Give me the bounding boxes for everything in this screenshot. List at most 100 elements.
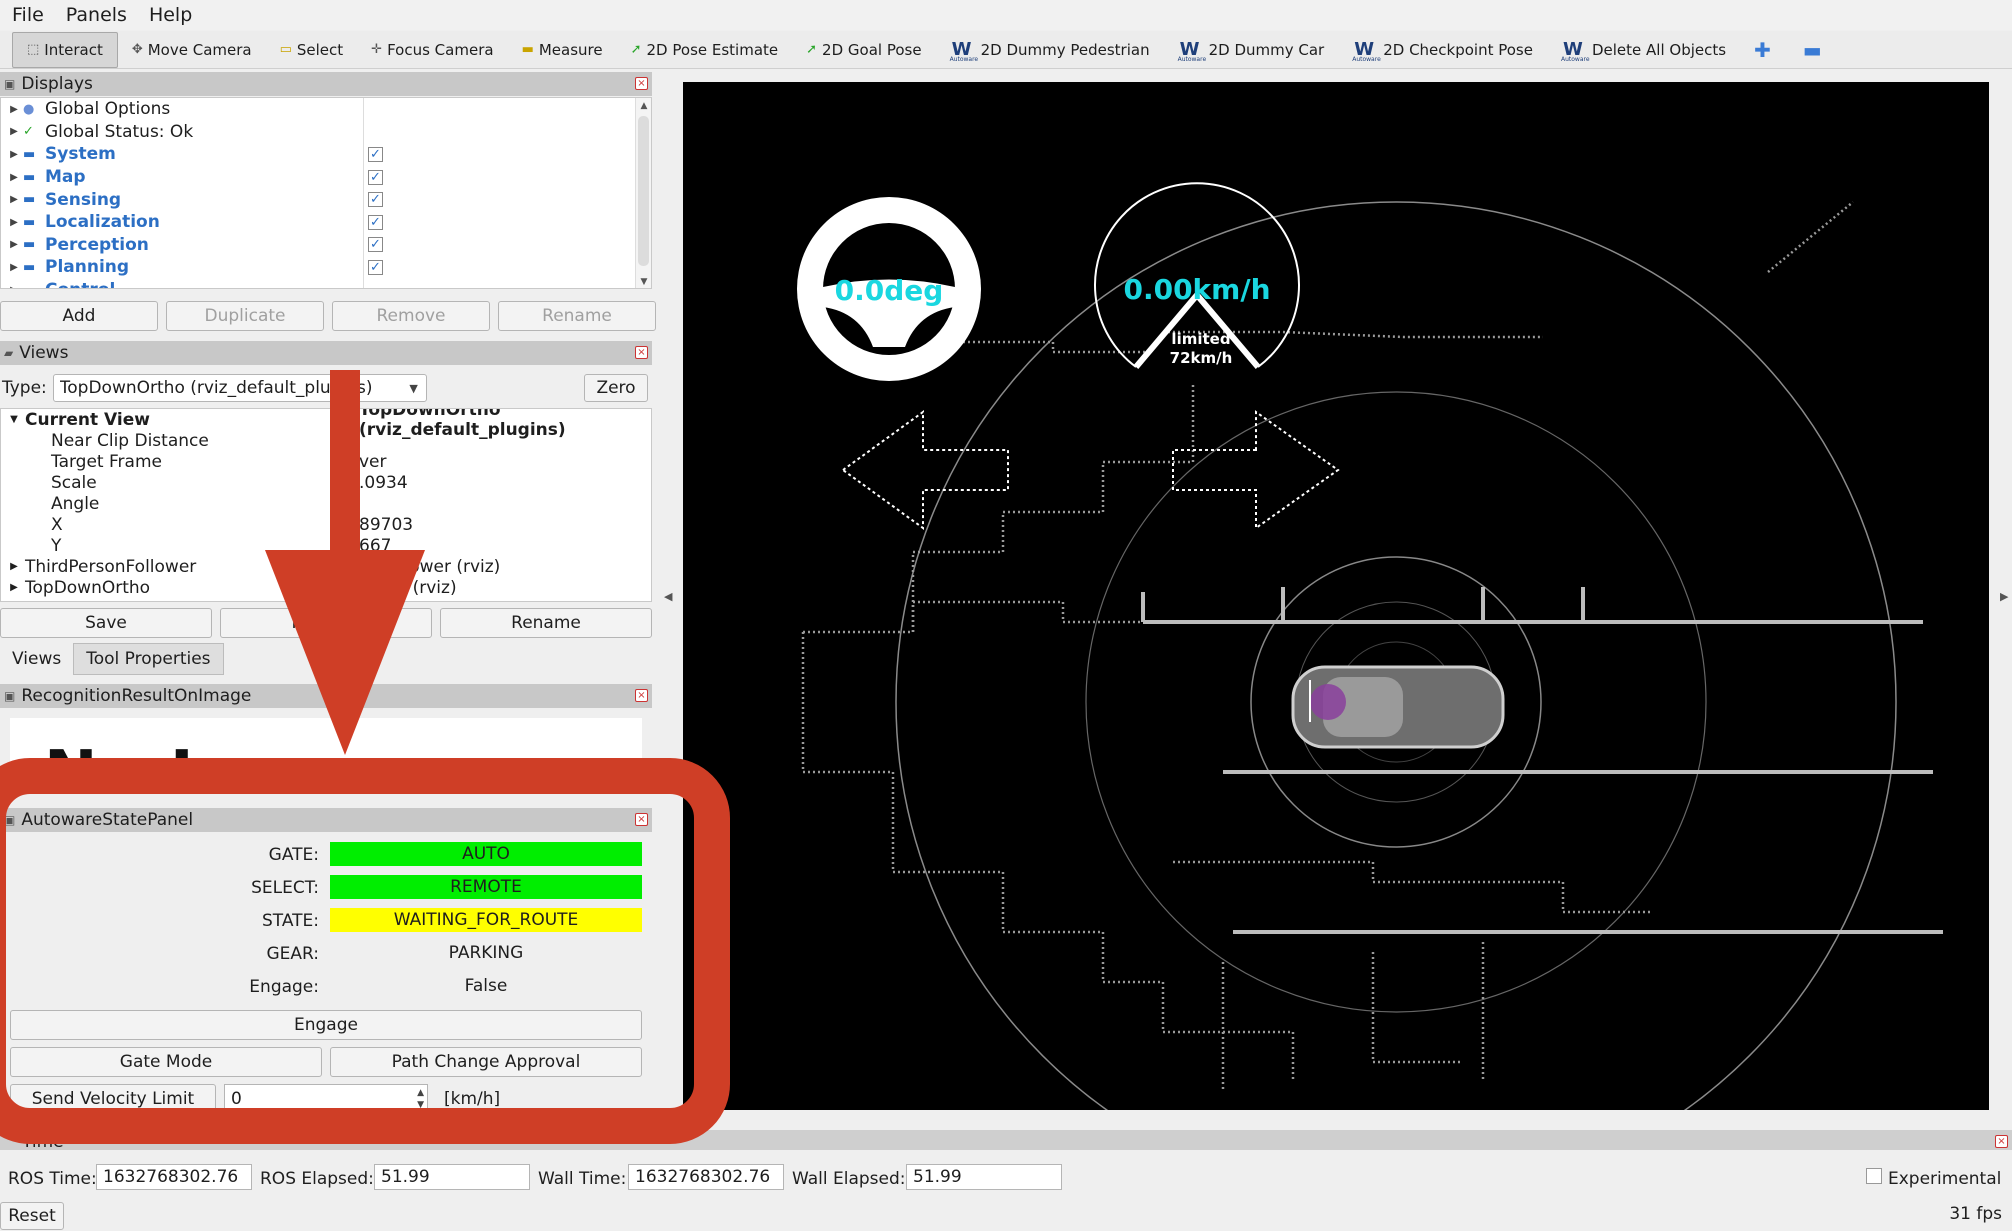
close-icon[interactable]: × [1995,1135,2008,1148]
view-type-combobox[interactable]: TopDownOrtho (rviz_default_plugins) ▼ [52,374,427,402]
tree-row-global-status[interactable]: ▶ ✓ Global Status: Ok [1,121,651,144]
wall-time-field[interactable]: 1632768302.76 [628,1164,784,1190]
ros-elapsed-field[interactable]: 51.99 [374,1164,530,1190]
experimental-checkbox[interactable] [1866,1168,1882,1184]
goal-pose-tool-button[interactable]: ➚ 2D Goal Pose [792,32,935,68]
add-display-button[interactable]: Add [0,301,158,331]
recognition-panel-header: ▣ RecognitionResultOnImage × [0,684,652,708]
expand-arrow-icon[interactable]: ▶ [5,149,23,160]
tree-row-perception[interactable]: ▶ ▬ Perception ✓ [1,234,651,257]
collapse-arrow-icon[interactable]: ▼ [5,414,23,425]
rename-view-button[interactable]: Rename [440,608,652,638]
tree-row-map[interactable]: ▶ ▬ Map ✓ [1,166,651,189]
scroll-thumb[interactable] [638,116,649,266]
close-icon[interactable]: × [635,689,648,702]
speed-text: 0.00km/h [1123,273,1270,306]
view-prop-row[interactable]: X 89703 [1,514,651,535]
close-icon[interactable]: × [635,813,648,826]
saved-view-row[interactable]: ▶ TopDownOrtho Ortho (rviz) [1,577,651,598]
remove-display-button[interactable]: Remove [332,301,490,331]
expand-arrow-icon[interactable]: ▶ [5,172,23,183]
visibility-checkbox[interactable]: ✓ [368,237,383,253]
collapse-right-arrow-icon[interactable]: ▶ [2000,590,2008,603]
expand-arrow-icon[interactable]: ▶ [5,582,23,593]
folder-icon: ▬ [23,146,36,162]
remove-view-button[interactable]: Remove [220,608,432,638]
prop-value[interactable]: 667 [359,536,391,556]
checkpoint-pose-tool-button[interactable]: W Autoware 2D Checkpoint Pose [1338,32,1547,68]
current-view-row[interactable]: ▼ Current View TopDownOrtho (rviz_defaul… [1,409,651,440]
spin-arrows-icon[interactable]: ▲ ▼ [417,1087,424,1111]
velocity-limit-spinbox[interactable]: 0 ▲ ▼ [224,1084,428,1114]
visibility-checkbox[interactable]: ✓ [368,169,383,185]
render-viewport[interactable]: 0.0deg 0.00km/h limited 72km/h [683,82,1989,1110]
rename-display-button[interactable]: Rename [498,301,656,331]
duplicate-display-button[interactable]: Duplicate [166,301,324,331]
close-icon[interactable]: × [635,346,648,359]
current-view-label: Current View [25,409,150,430]
dummy-car-tool-button[interactable]: W Autoware 2D Dummy Car [1164,32,1339,68]
displays-scrollbar[interactable]: ▲ ▼ [635,98,651,288]
engage-button[interactable]: Engage [10,1010,642,1040]
expand-arrow-icon[interactable]: ▶ [5,285,23,288]
zero-button[interactable]: Zero [584,374,648,402]
tree-row-system[interactable]: ▶ ▬ System ✓ [1,143,651,166]
path-change-approval-button[interactable]: Path Change Approval [330,1047,642,1077]
wall-elapsed-field[interactable]: 51.99 [906,1164,1062,1190]
tree-row-planning[interactable]: ▶ ▬ Planning ✓ [1,256,651,279]
expand-arrow-icon[interactable]: ▶ [5,262,23,273]
tree-row-localization[interactable]: ▶ ▬ Localization ✓ [1,211,651,234]
tab-tool-properties[interactable]: Tool Properties [73,643,224,675]
move-camera-tool-button[interactable]: ✥ Move Camera [118,32,266,68]
expand-arrow-icon[interactable]: ▶ [5,561,23,572]
visibility-checkbox[interactable]: ✓ [368,259,383,275]
tree-row-global-options[interactable]: ▶ ● Global Options [1,98,651,121]
expand-arrow-icon[interactable]: ▶ [5,126,23,137]
view-prop-row[interactable]: Scale .0934 [1,472,651,493]
save-view-button[interactable]: Save [0,608,212,638]
select-tool-button[interactable]: ▭ Select [266,32,358,68]
measure-tool-button[interactable]: ▬ Measure [508,32,617,68]
expand-arrow-icon[interactable]: ▶ [5,239,23,250]
tree-row-sensing[interactable]: ▶ ▬ Sensing ✓ [1,188,651,211]
expand-arrow-icon[interactable]: ▶ [5,217,23,228]
expand-arrow-icon[interactable]: ▶ [5,104,23,115]
prop-value[interactable]: .0934 [359,473,408,493]
focus-camera-tool-button[interactable]: ✛ Focus Camera [357,32,507,68]
select-status-badge: REMOTE [330,875,642,899]
reset-button[interactable]: Reset [0,1202,64,1230]
tree-row-control[interactable]: ▶ ▬ Control [1,279,651,288]
pose-estimate-tool-button[interactable]: ➚ 2D Pose Estimate [617,32,793,68]
view-prop-row[interactable]: Angle [1,493,651,514]
add-tool-plus-icon[interactable]: ✚ [1740,38,1785,62]
scene-svg[interactable]: 0.0deg 0.00km/h limited 72km/h [683,82,1989,1110]
menu-help[interactable]: Help [145,4,196,26]
ros-time-field[interactable]: 1632768302.76 [96,1164,252,1190]
visibility-checkbox[interactable]: ✓ [368,214,383,230]
interact-tool-button[interactable]: ⬚ Interact [12,31,118,68]
view-prop-row[interactable]: Y 667 [1,535,651,556]
range-circle [895,201,1897,1110]
visibility-checkbox[interactable]: ✓ [368,192,383,208]
tab-views[interactable]: Views [0,643,73,675]
autoware-logo-icon: W Autoware [1560,38,1590,63]
visibility-checkbox[interactable]: ✓ [368,146,383,162]
expand-arrow-icon[interactable]: ▶ [5,194,23,205]
prop-value[interactable]: ver [359,452,387,472]
dummy-pedestrian-tool-button[interactable]: W Autoware 2D Dummy Pedestrian [936,32,1164,68]
prop-value[interactable]: 89703 [359,515,413,535]
menu-file[interactable]: File [8,4,48,26]
collapse-left-arrow-icon[interactable]: ◀ [664,590,672,603]
gate-mode-button[interactable]: Gate Mode [10,1047,322,1077]
delete-all-objects-tool-button[interactable]: W Autoware Delete All Objects [1547,32,1740,68]
view-prop-row[interactable]: Near Clip Distance [1,430,651,451]
saved-view-row[interactable]: ▶ ThirdPersonFollower onFollower (rviz) [1,556,651,577]
menu-panels[interactable]: Panels [62,4,131,26]
scroll-up-icon[interactable]: ▲ [636,98,651,114]
remove-tool-minus-icon[interactable]: ▬ [1785,38,1840,62]
chevron-down-icon: ▼ [409,382,418,395]
send-velocity-limit-button[interactable]: Send Velocity Limit [10,1084,216,1114]
view-prop-row[interactable]: Target Frame ver [1,451,651,472]
scroll-down-icon[interactable]: ▼ [636,274,651,288]
close-icon[interactable]: × [635,77,648,90]
